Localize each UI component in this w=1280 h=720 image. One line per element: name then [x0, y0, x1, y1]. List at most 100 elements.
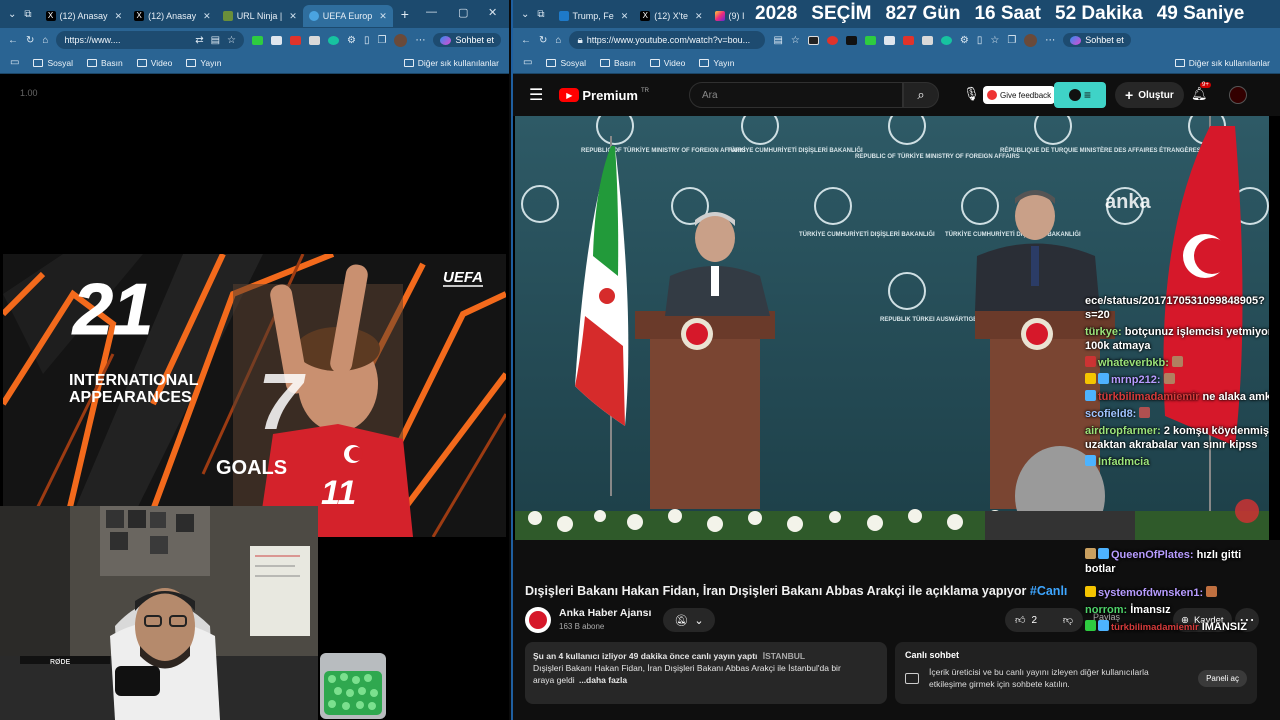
- favorites-icon[interactable]: ☆: [990, 35, 999, 46]
- extension-doc-icon[interactable]: [883, 35, 895, 45]
- extensions-icon[interactable]: ⚙: [347, 35, 356, 46]
- microphone-icon[interactable]: 🎙︎: [963, 86, 980, 102]
- bookmark-basin[interactable]: Basın: [599, 58, 636, 68]
- favorite-star-icon[interactable]: ☆: [227, 35, 236, 46]
- extension-doc-icon[interactable]: [271, 35, 283, 45]
- close-icon[interactable]: ✕: [621, 11, 629, 22]
- more-icon[interactable]: ⋯: [1045, 35, 1055, 46]
- extension-green-icon[interactable]: [864, 35, 876, 45]
- bookmark-video[interactable]: Video: [649, 58, 685, 68]
- backdrop-label: REPUBLIC OF TÜRKİYE MINISTRY OF FOREIGN …: [855, 153, 1020, 160]
- left-tab-4[interactable]: UEFA Europ ✕: [302, 5, 393, 27]
- bookmarks-menu-icon[interactable]: ▭: [523, 57, 532, 68]
- reader-icon[interactable]: ▤: [773, 35, 782, 46]
- description-box[interactable]: Şu an 4 kullanıcı izliyor 49 dakika önce…: [525, 642, 887, 704]
- home-icon[interactable]: ⌂: [555, 35, 561, 46]
- create-button[interactable]: + Oluştur: [1115, 82, 1184, 108]
- right-tab-1[interactable]: Trump, Fe ✕: [553, 5, 635, 27]
- open-panel-button[interactable]: Paneli aç: [1198, 669, 1247, 687]
- back-icon[interactable]: ←: [8, 35, 18, 46]
- other-bookmarks[interactable]: Diğer sık kullanılanlar: [403, 58, 499, 68]
- copilot-chat-button[interactable]: Sohbet et: [1063, 33, 1131, 47]
- extensions-icon[interactable]: ⚙: [960, 35, 969, 46]
- close-icon[interactable]: ✕: [695, 11, 703, 22]
- chat-message: norrom: İmansız: [1085, 603, 1271, 617]
- new-tab-button[interactable]: +: [393, 6, 417, 22]
- minimize-icon[interactable]: —: [426, 6, 437, 18]
- youtube-search-input[interactable]: Ara: [689, 82, 903, 108]
- subscribed-button[interactable]: 🔕︎ ⌄: [663, 608, 715, 632]
- extension-red-icon[interactable]: [902, 35, 914, 45]
- close-window-icon[interactable]: ✕: [488, 6, 497, 19]
- left-bookmarks-bar: ▭ Sosyal Basın Video Yayın Diğer sık kul…: [0, 52, 509, 74]
- tab-menu-icon[interactable]: ⌄: [0, 9, 24, 20]
- extension-pin-icon[interactable]: [309, 35, 321, 45]
- tab-menu-icon[interactable]: ⌄: [513, 9, 537, 20]
- collections-icon[interactable]: ❐: [378, 35, 387, 46]
- extension-hh-icon[interactable]: [807, 35, 819, 45]
- address-bar[interactable]: 🔒︎ https://www.youtube.com/watch?v=bou..…: [569, 31, 766, 49]
- workspaces-icon[interactable]: ⧉: [24, 9, 39, 20]
- close-icon[interactable]: ✕: [289, 11, 297, 22]
- close-icon[interactable]: ✕: [379, 11, 387, 22]
- channel-name[interactable]: Anka Haber Ajansı: [559, 607, 651, 619]
- search-button[interactable]: ⌕: [903, 82, 939, 108]
- extension-green-icon[interactable]: [252, 35, 264, 45]
- extension-pin-icon[interactable]: [921, 35, 933, 45]
- home-icon[interactable]: ⌂: [42, 35, 48, 46]
- favorite-star-icon[interactable]: ☆: [791, 35, 800, 46]
- bookmarks-menu-icon[interactable]: ▭: [10, 57, 19, 68]
- bookmark-yayin[interactable]: Yayın: [699, 58, 734, 68]
- workspaces-icon[interactable]: ⧉: [537, 9, 552, 20]
- profile-avatar[interactable]: [1024, 33, 1038, 47]
- reader-icon[interactable]: ▤: [211, 35, 220, 46]
- notifications-button[interactable]: 🔔︎ 9+: [1191, 82, 1211, 102]
- other-bookmarks[interactable]: Diğer sık kullanılanlar: [1174, 58, 1270, 68]
- address-bar[interactable]: https://www.... ⇄ ▤ ☆: [56, 31, 245, 49]
- extension-toggle-button[interactable]: ≡: [1054, 82, 1106, 108]
- give-feedback-button[interactable]: Give feedback: [983, 86, 1056, 104]
- dislike-icon[interactable]: 👎︎: [1063, 614, 1073, 626]
- left-tab-3[interactable]: URL Ninja | ✕: [217, 5, 303, 27]
- collections-icon[interactable]: ❐: [1007, 35, 1016, 46]
- bookmark-basin[interactable]: Basın: [86, 58, 123, 68]
- bookmark-sosyal[interactable]: Sosyal: [546, 58, 586, 68]
- maximize-icon[interactable]: ▢: [458, 6, 468, 19]
- copilot-chat-button[interactable]: Sohbet et: [433, 33, 501, 47]
- right-tab-2[interactable]: X (12) X'te ✕: [634, 5, 708, 27]
- extension-red-icon[interactable]: [290, 35, 302, 45]
- split-screen-icon[interactable]: ▯: [364, 35, 370, 46]
- video-hashtag[interactable]: #Canlı: [1030, 584, 1068, 598]
- back-icon[interactable]: ←: [521, 35, 531, 46]
- tab-label: Trump, Fe: [572, 11, 614, 21]
- left-tab-1[interactable]: X (12) Anasay ✕: [40, 5, 129, 27]
- close-icon[interactable]: ✕: [203, 11, 211, 22]
- microphone-brand: RØDE: [50, 659, 71, 666]
- like-icon[interactable]: 👍︎: [1015, 614, 1025, 626]
- location-tag[interactable]: İSTANBUL: [763, 651, 805, 661]
- video-player[interactable]: REPUBLIC OF TÜRKİYE MINISTRY OF FOREIGN …: [515, 116, 1269, 540]
- bookmark-video[interactable]: Video: [136, 58, 172, 68]
- extension-teal-icon[interactable]: [940, 35, 952, 45]
- refresh-icon[interactable]: ↻: [26, 35, 34, 46]
- extension-teal-icon[interactable]: [328, 35, 340, 45]
- more-icon[interactable]: ⋯: [415, 35, 425, 46]
- bookmark-yayin[interactable]: Yayın: [186, 58, 221, 68]
- youtube-logo[interactable]: ▶ Premium TR: [559, 88, 649, 103]
- channel-avatar[interactable]: [525, 607, 551, 633]
- account-avatar[interactable]: [1229, 86, 1247, 104]
- translate-icon[interactable]: ⇄: [195, 35, 203, 46]
- bookmark-sosyal[interactable]: Sosyal: [33, 58, 73, 68]
- extension-cross-icon[interactable]: [845, 35, 857, 45]
- countdown-days: 827 Gün: [885, 3, 961, 24]
- close-icon[interactable]: ✕: [115, 11, 123, 22]
- like-dislike-group: 👍︎ 2 👎︎: [1005, 608, 1083, 632]
- profile-avatar[interactable]: [394, 33, 408, 47]
- chat-overlay: ece/status/2017170531099848905?s=20 türk…: [1085, 294, 1269, 472]
- left-tab-2[interactable]: X (12) Anasay ✕: [128, 5, 217, 27]
- hamburger-menu-icon[interactable]: ☰: [529, 85, 543, 105]
- split-screen-icon[interactable]: ▯: [977, 35, 983, 46]
- extension-red-circle-icon[interactable]: [826, 35, 838, 45]
- show-more-link[interactable]: ...daha fazla: [579, 675, 627, 685]
- refresh-icon[interactable]: ↻: [539, 35, 547, 46]
